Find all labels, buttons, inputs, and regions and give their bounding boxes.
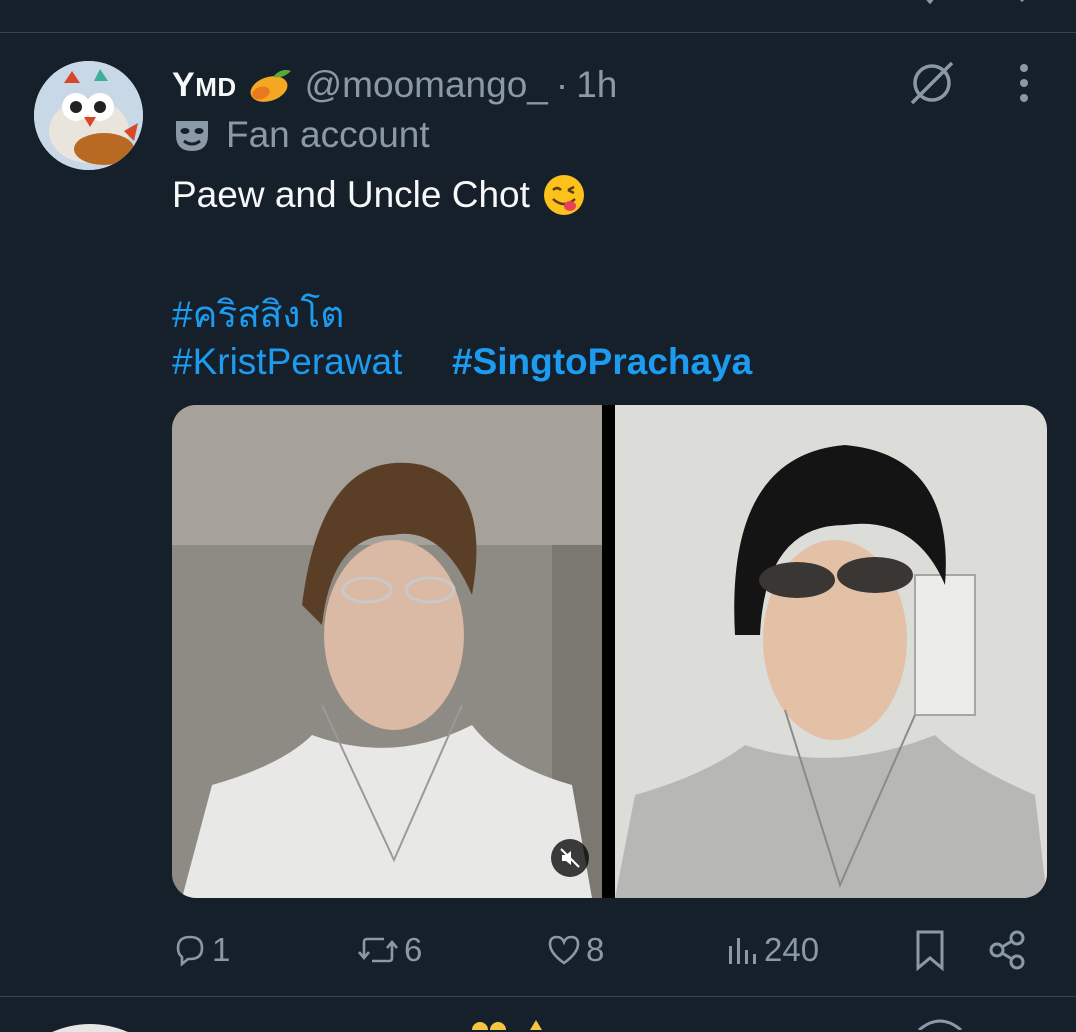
avatar[interactable]: [34, 61, 143, 170]
muted-speaker-icon: [560, 848, 580, 868]
heart-icon: [548, 935, 580, 965]
retweet-button[interactable]: 6: [356, 926, 422, 974]
views-icon: [729, 938, 756, 964]
mute-button[interactable]: [551, 839, 589, 877]
next-post-emoji-icon: [472, 1020, 542, 1030]
media-grid: [172, 405, 1047, 898]
like-button[interactable]: 8: [546, 926, 604, 974]
views-button[interactable]: 240: [724, 926, 819, 974]
share-icon[interactable]: [985, 928, 1029, 972]
avatar-image: [34, 61, 143, 170]
previous-post-icon: [926, 0, 934, 4]
tweet-header: YMD @moomango_ · 1h: [172, 63, 617, 107]
hashtag-link[interactable]: #คริสสิงโต: [172, 285, 344, 344]
face-savoring-food-emoji-icon: [543, 175, 584, 215]
timestamp[interactable]: 1h: [576, 64, 617, 106]
divider: [0, 996, 1076, 997]
tweet-text-body: Paew and Uncle Chot: [172, 174, 530, 215]
retweet-count: 6: [404, 931, 423, 968]
previous-post-share-icon: [1019, 0, 1025, 3]
previous-post-edge: [0, 0, 1076, 32]
next-post-grok-icon: [918, 1019, 962, 1030]
grok-icon[interactable]: [906, 57, 958, 109]
more-options-icon[interactable]: [998, 57, 1050, 109]
reply-count: 1: [212, 931, 231, 968]
tweet-text: Paew and Uncle Chot: [172, 173, 586, 217]
photo-left[interactable]: [172, 405, 602, 898]
mask-icon: [176, 121, 208, 151]
reply-button[interactable]: 1: [172, 926, 230, 974]
hashtag-link[interactable]: #KristPerawat: [172, 341, 402, 383]
next-post-avatar-icon: [52, 1024, 128, 1032]
affiliation-label[interactable]: Fan account: [226, 114, 430, 156]
views-count: 240: [764, 931, 820, 968]
affiliation: Fan account: [172, 113, 430, 157]
display-name[interactable]: YMD: [172, 66, 237, 105]
next-post-edge: [0, 1018, 1076, 1032]
author-handle[interactable]: @moomango_: [305, 64, 548, 106]
like-count: 8: [586, 931, 605, 968]
photo-right[interactable]: [615, 405, 1047, 898]
retweet-icon: [358, 937, 398, 963]
separator-dot: ·: [555, 64, 569, 105]
bookmark-icon[interactable]: [910, 928, 950, 972]
hashtag-link[interactable]: #SingtoPrachaya: [452, 341, 752, 383]
tweet[interactable]: YMD @moomango_ · 1h Fan account Paew and…: [0, 33, 1076, 996]
mango-emoji-icon: [250, 69, 291, 102]
reply-icon: [176, 935, 204, 967]
